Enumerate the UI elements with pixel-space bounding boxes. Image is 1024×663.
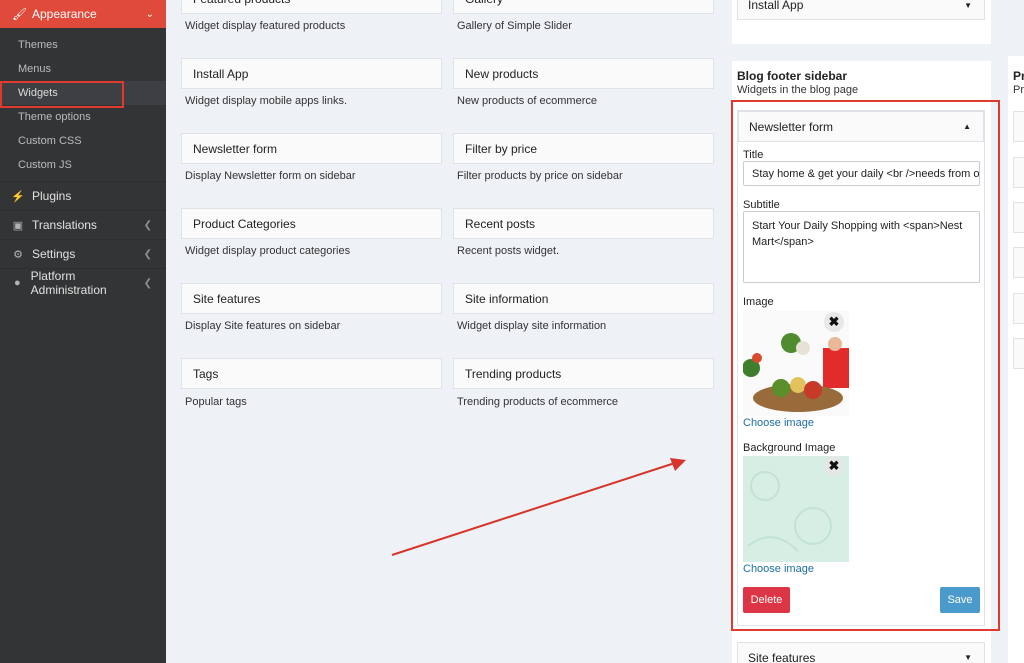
- widget-description: Recent posts widget.: [457, 245, 560, 257]
- sidebar-item-plugins[interactable]: ⚡ Plugins: [0, 181, 166, 210]
- sidebar-subitem-themes[interactable]: Themes: [0, 33, 166, 57]
- next-widget-item[interactable]: [1013, 338, 1024, 369]
- widget-description: New products of ecommerce: [457, 95, 597, 107]
- next-widget-item[interactable]: [1013, 111, 1024, 142]
- plug-icon: ⚡: [11, 190, 25, 203]
- next-widget-item[interactable]: [1013, 157, 1024, 188]
- sidebar-subitem-theme-options[interactable]: Theme options: [0, 105, 166, 129]
- widget-item-label: Site features: [748, 650, 816, 663]
- sidebar-item-label: Translations: [32, 218, 97, 232]
- next-widget-item[interactable]: [1013, 202, 1024, 233]
- caret-down-icon: ▼: [964, 653, 972, 662]
- brush-icon: 🖌: [12, 7, 28, 21]
- widget-description: Gallery of Simple Slider: [457, 20, 572, 32]
- next-widget-item[interactable]: [1013, 247, 1024, 278]
- section-title: Blog footer sidebar: [737, 69, 848, 83]
- widget-description: Display Site features on sidebar: [185, 320, 341, 332]
- widget-recent-posts[interactable]: Recent posts: [453, 208, 714, 239]
- chevron-left-icon: ❮: [143, 277, 152, 289]
- widget-description: Widget display site information: [457, 320, 607, 332]
- widget-description: Trending products of ecommerce: [457, 396, 618, 408]
- sidebar-item-translations[interactable]: ▣ Translations ❮: [0, 210, 166, 239]
- sidebar-item-settings[interactable]: ⚙ Settings ❮: [0, 239, 166, 268]
- gears-icon: ⚙: [13, 248, 23, 261]
- widget-filter-by-price[interactable]: Filter by price: [453, 133, 714, 164]
- next-widget-item[interactable]: [1013, 293, 1024, 324]
- sidebar-item-label: Plugins: [32, 189, 72, 203]
- widget-featured-products[interactable]: Featured products: [181, 0, 442, 14]
- sidebar-subitem-custom-js[interactable]: Custom JS: [0, 153, 166, 177]
- sidebar-item-platform-administration[interactable]: ● Platform Administration ❮: [0, 268, 166, 297]
- chevron-left-icon: ❮: [143, 248, 152, 260]
- sidebar-subitem-custom-css[interactable]: Custom CSS: [0, 129, 166, 153]
- sidebar-item-label: Platform Administration: [30, 269, 107, 297]
- chevron-left-icon: ❮: [143, 219, 152, 231]
- widgets-highlight: [0, 81, 124, 108]
- widget-description: Widget display product categories: [185, 245, 351, 257]
- user-gear-icon: ●: [13, 277, 21, 289]
- widget-trending-products[interactable]: Trending products: [453, 358, 714, 389]
- widget-site-features-item[interactable]: Site features ▼: [737, 642, 985, 663]
- widget-site-features[interactable]: Site features: [181, 283, 442, 314]
- sidebar-item-label: Settings: [32, 247, 76, 261]
- section-subtitle: Widgets in the blog page: [737, 84, 859, 96]
- widget-description: Filter products by price on sidebar: [457, 170, 623, 182]
- widget-install-app-item[interactable]: Install App ▼: [737, 0, 985, 20]
- widget-description: Display Newsletter form on sidebar: [185, 170, 356, 182]
- widget-gallery[interactable]: Gallery: [453, 0, 714, 14]
- widget-install-app[interactable]: Install App: [181, 58, 442, 89]
- chevron-down-icon: ⌄: [145, 8, 154, 20]
- widget-description: Popular tags: [185, 396, 247, 408]
- sidebar-item-label: Appearance: [32, 7, 97, 21]
- widget-description: Widget display featured products: [185, 20, 346, 32]
- widget-newsletter-form[interactable]: Newsletter form: [181, 133, 442, 164]
- widget-description: Widget display mobile apps links.: [185, 95, 348, 107]
- next-section-subtitle: Pri: [1013, 84, 1024, 96]
- annotation-arrow: [391, 458, 686, 556]
- widget-product-categories[interactable]: Product Categories: [181, 208, 442, 239]
- widget-new-products[interactable]: New products: [453, 58, 714, 89]
- next-section-title: Pr: [1013, 69, 1024, 83]
- widget-item-label: Install App: [748, 0, 804, 12]
- widget-site-information[interactable]: Site information: [453, 283, 714, 314]
- caret-down-icon: ▼: [964, 0, 972, 10]
- newsletter-form-highlight: [731, 100, 1000, 631]
- sidebar-subitem-menus[interactable]: Menus: [0, 57, 166, 81]
- sidebar-item-appearance[interactable]: 🖌 Appearance ⌄: [0, 0, 166, 28]
- translate-icon: ▣: [12, 219, 24, 232]
- widget-tags[interactable]: Tags: [181, 358, 442, 389]
